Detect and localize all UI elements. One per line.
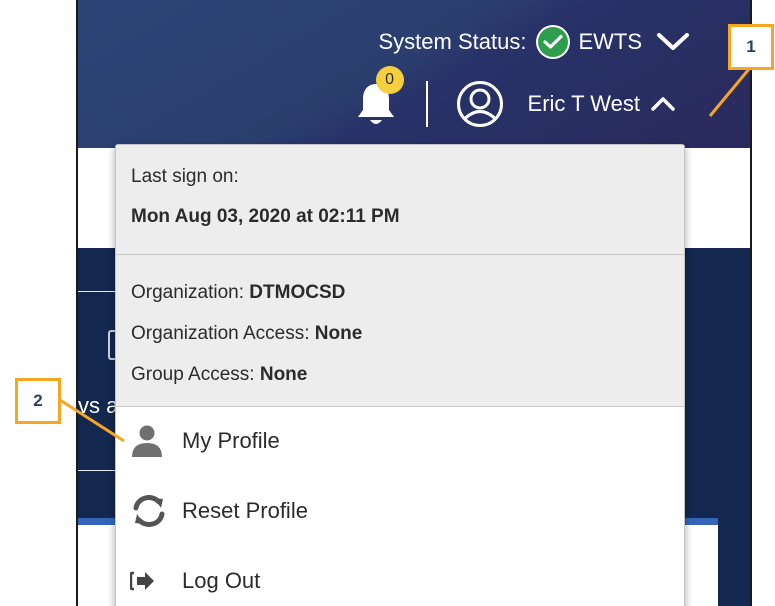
avatar-icon[interactable] (456, 80, 504, 128)
log-out-label: Log Out (182, 568, 261, 593)
my-profile-menu-item[interactable]: My Profile (116, 411, 684, 471)
partial-text: vs a (78, 393, 119, 418)
group-access-row: Group Access: None (131, 365, 684, 385)
screenshot-stage: System Status: EWTS 0 Eric T West vs a L… (0, 0, 775, 606)
divider-line (78, 291, 118, 292)
header-divider (425, 81, 428, 127)
system-status[interactable]: System Status: EWTS (378, 22, 690, 62)
system-status-value: EWTS (578, 29, 642, 54)
organization-access-label: Organization Access: (131, 323, 310, 344)
organization-access-row: Organization Access: None (131, 324, 684, 344)
callout-marker-1: 1 (728, 24, 774, 70)
organization-label: Organization: (131, 282, 245, 303)
divider-line (78, 470, 118, 471)
check-circle-icon (536, 25, 571, 59)
sign-on-info: Last sign on: Mon Aug 03, 2020 at 02:11 … (116, 145, 684, 255)
access-info: Organization: DTMOCSD Organization Acces… (116, 255, 684, 407)
sync-icon (130, 491, 172, 531)
reset-profile-menu-item[interactable]: Reset Profile (116, 481, 684, 541)
organization-row: Organization: DTMOCSD (131, 283, 684, 303)
last-sign-on-label: Last sign on: (131, 166, 239, 187)
group-access-value: None (259, 364, 308, 385)
organization-access-value: None (314, 323, 363, 344)
user-icon (130, 421, 172, 461)
log-out-menu-item[interactable]: Log Out (116, 551, 684, 606)
user-bar: 0 Eric T West (354, 66, 676, 130)
chevron-up-icon[interactable] (650, 96, 676, 112)
notifications-button[interactable]: 0 (354, 66, 404, 128)
chevron-down-icon[interactable] (656, 32, 690, 52)
group-access-label: Group Access: (131, 364, 255, 385)
app-header: System Status: EWTS 0 Eric T West (78, 0, 750, 148)
logout-icon (130, 561, 172, 601)
organization-value: DTMOCSD (249, 282, 346, 303)
user-menu-toggle[interactable]: Eric T West (528, 91, 640, 117)
last-sign-on-value: Mon Aug 03, 2020 at 02:11 PM (131, 206, 400, 227)
my-profile-label: My Profile (182, 428, 280, 453)
callout-marker-2: 2 (15, 378, 61, 424)
callout-number: 2 (33, 391, 43, 410)
reset-profile-label: Reset Profile (182, 498, 308, 523)
notification-badge: 0 (375, 66, 404, 94)
callout-number: 1 (746, 37, 756, 56)
system-status-label: System Status: (378, 29, 527, 54)
user-dropdown-menu: Last sign on: Mon Aug 03, 2020 at 02:11 … (115, 144, 685, 606)
